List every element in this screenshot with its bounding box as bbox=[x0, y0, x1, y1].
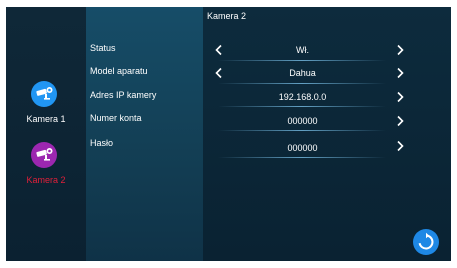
camera-item-kamera-1[interactable]: Kamera 1 bbox=[6, 81, 86, 131]
account-number-value[interactable]: 000000 bbox=[220, 116, 385, 126]
page-title: Kamera 2 bbox=[207, 11, 247, 21]
chevron-right-icon[interactable] bbox=[394, 115, 406, 127]
chevron-right-icon[interactable] bbox=[394, 140, 406, 152]
camera-label: Kamera 2 bbox=[26, 175, 66, 185]
camera-list-panel bbox=[6, 7, 86, 261]
password-value[interactable]: 000000 bbox=[220, 143, 385, 153]
chevron-right-icon[interactable] bbox=[394, 67, 406, 79]
password-label: Hasło bbox=[90, 138, 114, 148]
status-underline bbox=[218, 60, 386, 61]
account-number-underline bbox=[218, 130, 386, 131]
camera-model-value: Dahua bbox=[289, 68, 316, 78]
chevron-right-icon[interactable] bbox=[394, 44, 406, 56]
status-value: Wł. bbox=[296, 45, 309, 55]
security-camera-icon bbox=[31, 81, 57, 107]
refresh-button[interactable] bbox=[413, 229, 439, 255]
camera-label: Kamera 1 bbox=[26, 114, 66, 124]
password-underline bbox=[218, 157, 386, 158]
ip-address-value[interactable]: 192.168.0.0 bbox=[220, 92, 385, 102]
status-label: Status bbox=[90, 43, 116, 53]
security-camera-icon bbox=[31, 142, 57, 168]
camera-item-kamera-2[interactable]: Kamera 2 bbox=[6, 142, 86, 192]
ip-address-label: Adres IP kamery bbox=[90, 90, 157, 100]
ip-address-underline bbox=[218, 106, 386, 107]
camera-model-underline bbox=[218, 83, 386, 84]
refresh-icon bbox=[413, 229, 439, 255]
account-number-label: Numer konta bbox=[90, 113, 142, 123]
chevron-right-icon[interactable] bbox=[394, 91, 406, 103]
camera-model-label: Model aparatu bbox=[90, 66, 148, 76]
